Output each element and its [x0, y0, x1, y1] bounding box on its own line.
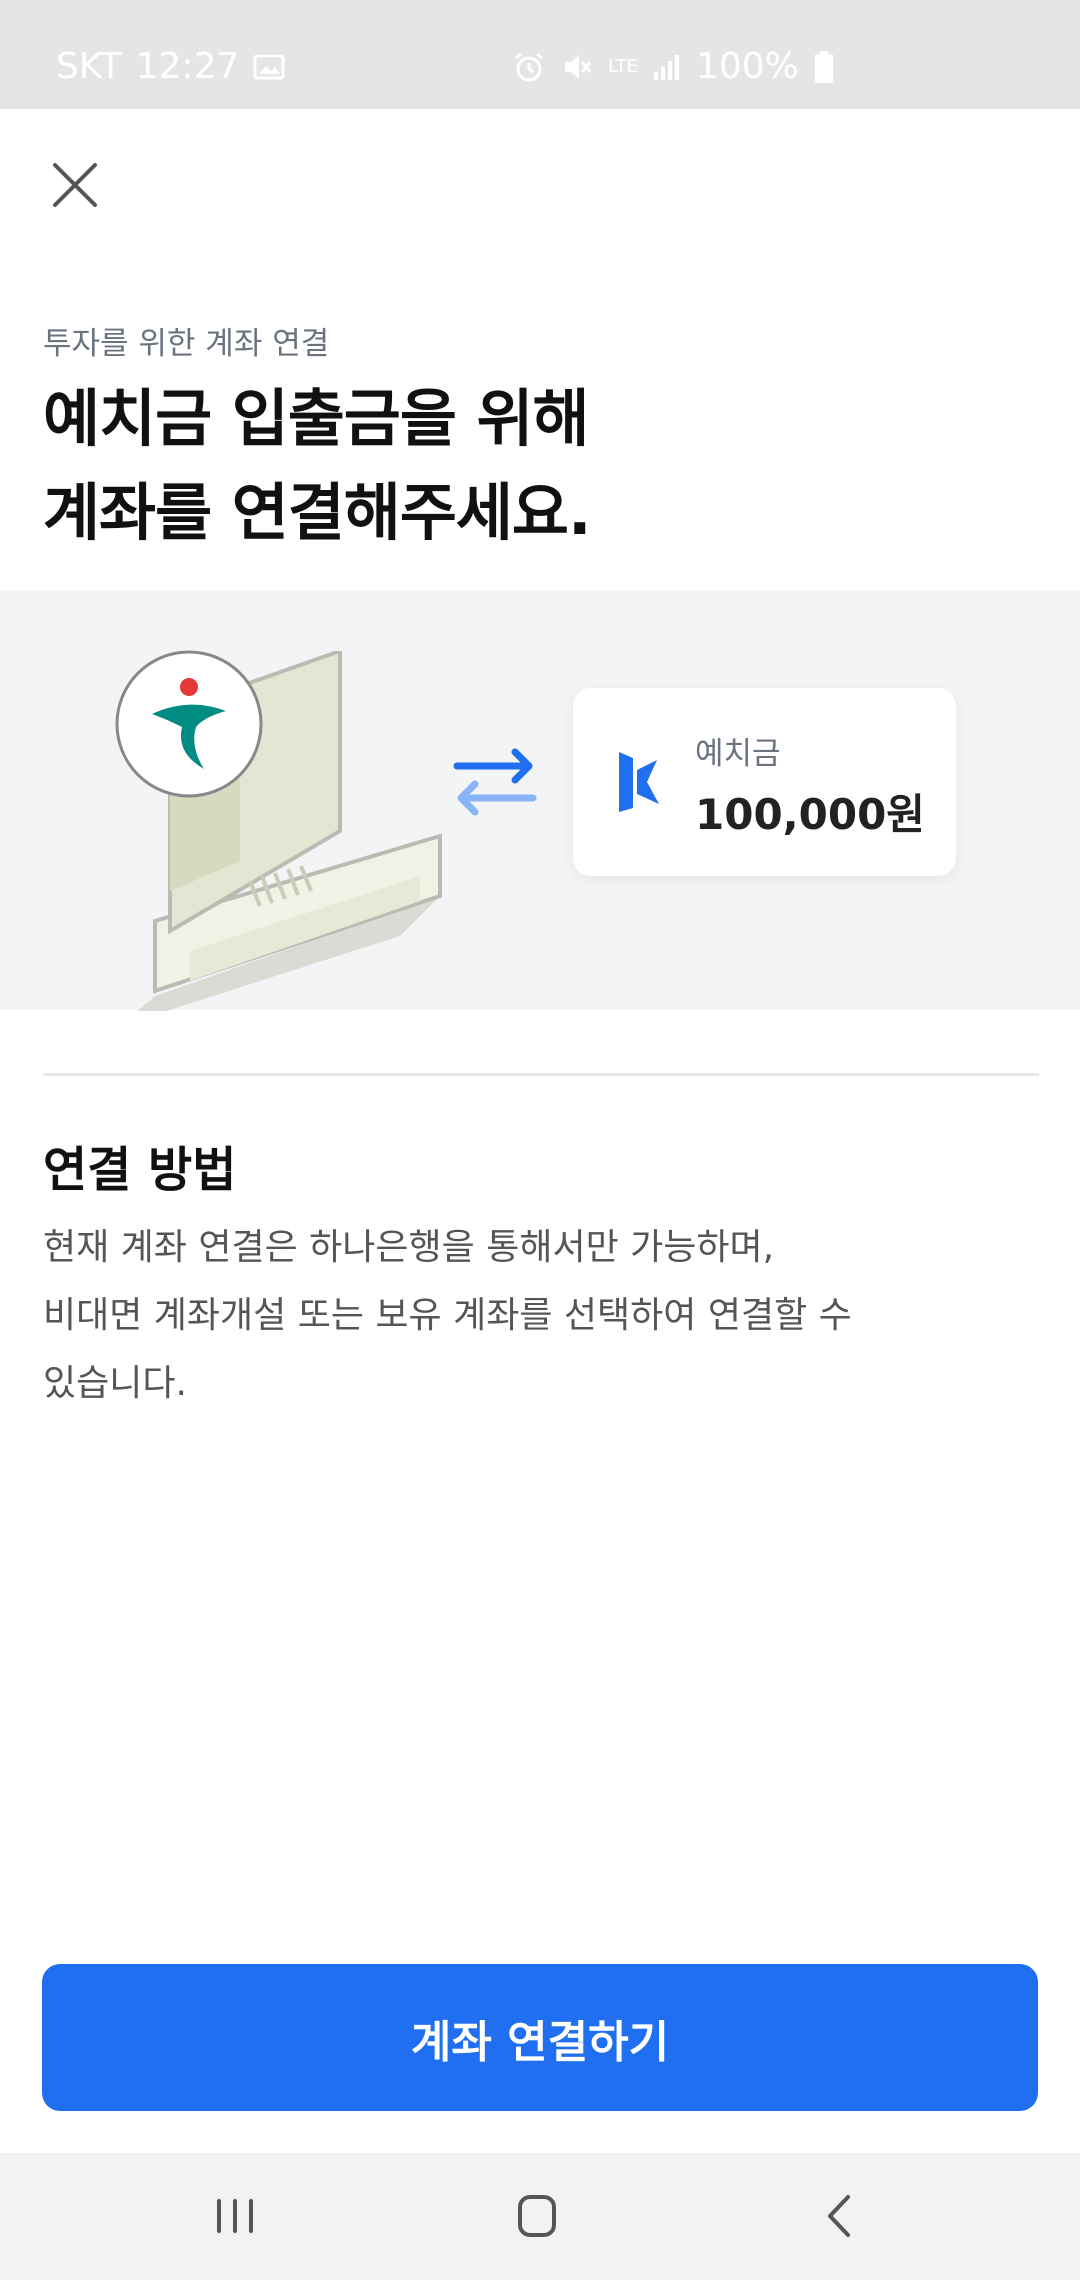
section-body-line1: 현재 계좌 연결은 하나은행을 통해서만 가능하며, [43, 1227, 775, 1268]
network-label: LTE [608, 55, 638, 77]
page-title-line2: 계좌를 연결해주세요. [43, 476, 591, 549]
status-right: LTE 100% [512, 46, 835, 87]
status-left: SKT 12:27 [56, 46, 285, 87]
recent-apps-icon[interactable] [185, 2181, 285, 2251]
section-title: 연결 방법 [43, 1142, 237, 1198]
page-subtitle: 투자를 위한 계좌 연결 [43, 326, 330, 362]
app-logo-icon [619, 752, 659, 812]
connect-account-button[interactable]: 계좌 연결하기 [42, 1964, 1038, 2111]
carrier-label: SKT [56, 46, 122, 87]
page-title: 예치금 입출금을 위해 계좌를 연결해주세요. [43, 372, 591, 560]
section-body-line2: 비대면 계좌개설 또는 보유 계좌를 선택하여 연결할 수 [43, 1295, 852, 1336]
page-title-line1: 예치금 입출금을 위해 [43, 382, 590, 455]
deposit-card: 예치금 100,000원 [573, 688, 956, 876]
connect-account-button-label: 계좌 연결하기 [410, 2016, 670, 2068]
back-icon[interactable] [790, 2181, 890, 2251]
section-body: 현재 계좌 연결은 하나은행을 통해서만 가능하며, 비대면 계좌개설 또는 보… [43, 1214, 1003, 1418]
battery-icon [814, 50, 833, 83]
bank-logo-icon [115, 650, 263, 798]
system-nav-bar [0, 2153, 1080, 2280]
section-divider [43, 1073, 1039, 1076]
signal-icon [653, 54, 679, 80]
battery-label: 100% [695, 46, 799, 87]
close-icon[interactable] [40, 150, 110, 220]
status-bar: SKT 12:27 LTE 100% [0, 0, 1080, 109]
image-icon [253, 54, 285, 79]
home-icon[interactable] [487, 2181, 587, 2251]
time-label: 12:27 [135, 46, 240, 87]
mute-icon [565, 54, 592, 79]
transfer-arrows-icon [453, 748, 537, 816]
section-body-line3: 있습니다. [43, 1363, 187, 1404]
deposit-label: 예치금 [695, 736, 781, 772]
alarm-icon [515, 52, 543, 81]
deposit-amount: 100,000원 [695, 790, 925, 839]
